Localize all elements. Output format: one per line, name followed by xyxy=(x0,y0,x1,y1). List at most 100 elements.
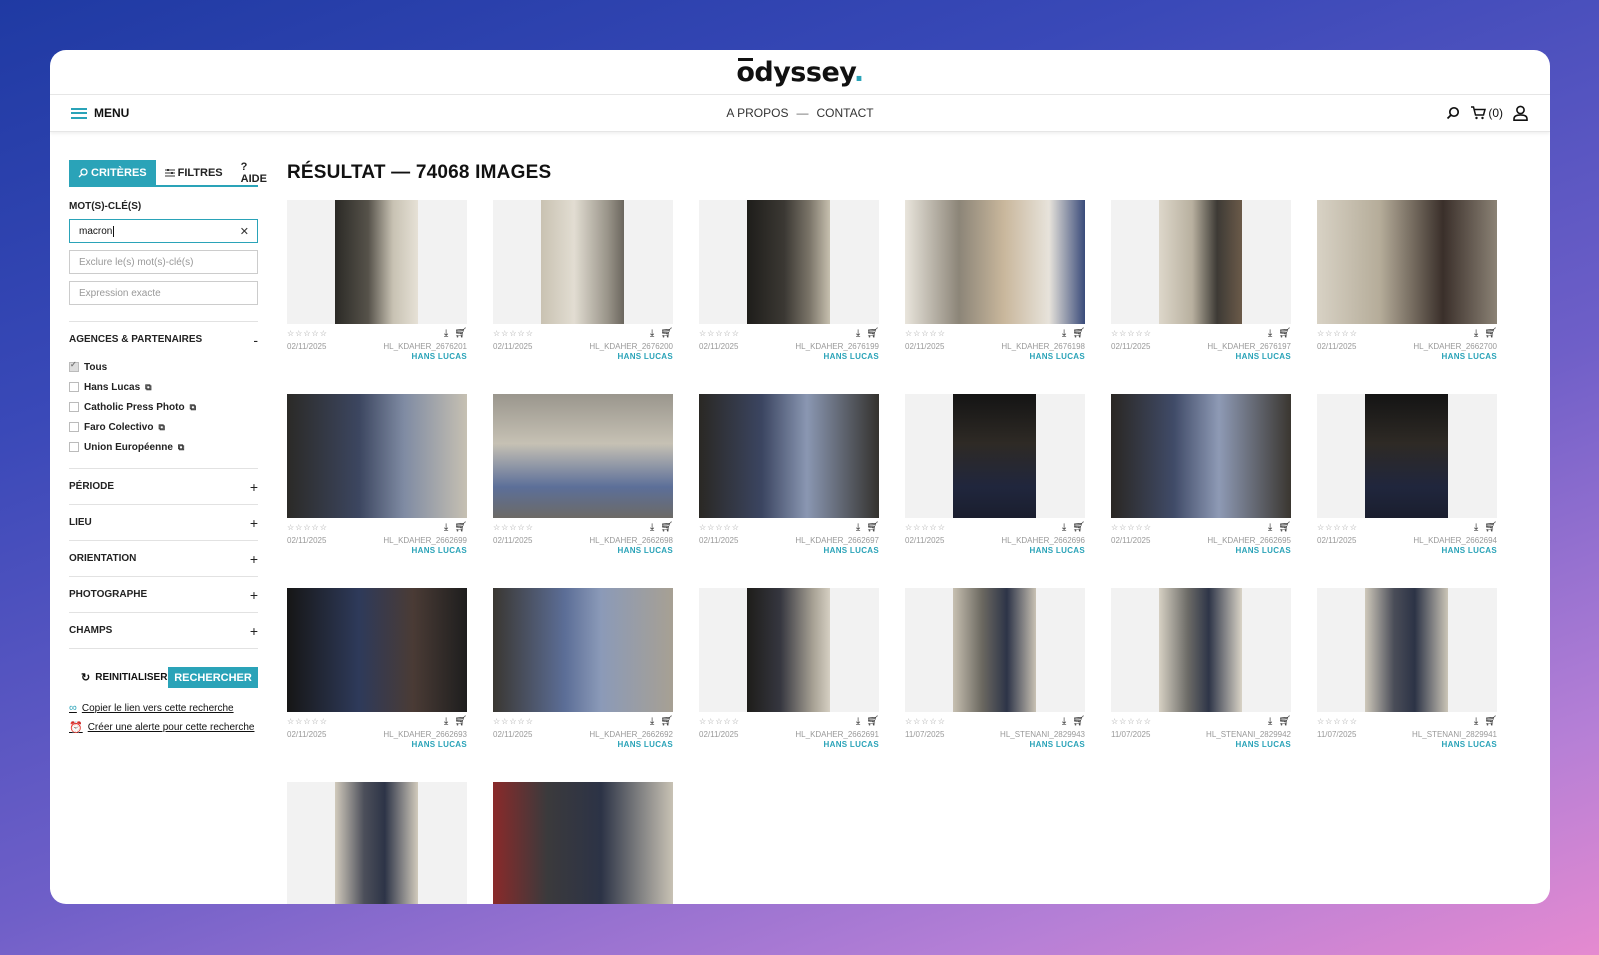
section-orientation[interactable]: ORIENTATION + xyxy=(69,540,258,576)
download-icon[interactable]: ⤓ xyxy=(856,522,860,533)
add-to-cart-icon[interactable]: 🛒︎ xyxy=(1072,328,1085,339)
result-card[interactable] xyxy=(493,782,673,904)
add-to-cart-icon[interactable]: 🛒︎ xyxy=(1484,522,1497,533)
result-thumbnail[interactable] xyxy=(493,588,673,712)
rating-stars[interactable]: ☆☆☆☆☆ xyxy=(287,717,328,726)
download-icon[interactable]: ⤓ xyxy=(856,716,860,727)
odyssey-logo[interactable]: odyssey. xyxy=(736,57,864,88)
result-agency[interactable]: HANS LUCAS xyxy=(1317,740,1497,752)
add-to-cart-icon[interactable]: 🛒︎ xyxy=(454,716,467,727)
result-thumbnail[interactable] xyxy=(699,394,879,518)
result-card[interactable]: ☆☆☆☆☆ ⤓ 🛒︎ 02/11/2025 HL_KDAHER_2676200 … xyxy=(493,200,673,362)
add-to-cart-icon[interactable]: 🛒︎ xyxy=(660,716,673,727)
result-card[interactable]: ☆☆☆☆☆ ⤓ 🛒︎ 02/11/2025 HL_KDAHER_2662700 … xyxy=(1317,200,1497,362)
result-card[interactable]: ☆☆☆☆☆ ⤓ 🛒︎ 11/07/2025 HL_STENANI_2829942… xyxy=(1111,588,1291,750)
result-thumbnail[interactable] xyxy=(1111,394,1291,518)
result-agency[interactable]: HANS LUCAS xyxy=(1111,740,1291,752)
section-photographe[interactable]: PHOTOGRAPHE + xyxy=(69,576,258,612)
download-icon[interactable]: ⤓ xyxy=(444,522,448,533)
result-card[interactable] xyxy=(287,782,467,904)
exact-expression-input[interactable]: Expression exacte xyxy=(69,281,258,305)
result-thumbnail[interactable] xyxy=(1317,394,1497,518)
add-to-cart-icon[interactable]: 🛒︎ xyxy=(1278,716,1291,727)
result-thumbnail[interactable] xyxy=(905,200,1085,324)
download-icon[interactable]: ⤓ xyxy=(1474,522,1478,533)
add-to-cart-icon[interactable]: 🛒︎ xyxy=(1072,522,1085,533)
result-agency[interactable]: HANS LUCAS xyxy=(287,352,467,364)
user-icon[interactable] xyxy=(1513,105,1528,121)
download-icon[interactable]: ⤓ xyxy=(1062,716,1066,727)
nav-link-about[interactable]: A PROPOS xyxy=(726,106,788,120)
result-thumbnail[interactable] xyxy=(493,200,673,324)
result-agency[interactable]: HANS LUCAS xyxy=(1317,546,1497,558)
result-card[interactable]: ☆☆☆☆☆ ⤓ 🛒︎ 02/11/2025 HL_KDAHER_2676199 … xyxy=(699,200,879,362)
result-agency[interactable]: HANS LUCAS xyxy=(1317,352,1497,364)
result-thumbnail[interactable] xyxy=(905,588,1085,712)
rating-stars[interactable]: ☆☆☆☆☆ xyxy=(493,523,534,532)
result-thumbnail[interactable] xyxy=(287,394,467,518)
result-thumbnail[interactable] xyxy=(1111,588,1291,712)
result-card[interactable]: ☆☆☆☆☆ ⤓ 🛒︎ 02/11/2025 HL_KDAHER_2662697 … xyxy=(699,394,879,556)
result-agency[interactable]: HANS LUCAS xyxy=(1111,546,1291,558)
result-thumbnail[interactable] xyxy=(1111,200,1291,324)
download-icon[interactable]: ⤓ xyxy=(1268,522,1272,533)
result-card[interactable]: ☆☆☆☆☆ ⤓ 🛒︎ 02/11/2025 HL_KDAHER_2662693 … xyxy=(287,588,467,750)
result-agency[interactable]: HANS LUCAS xyxy=(699,546,879,558)
menu-button[interactable]: MENU xyxy=(71,106,129,120)
rating-stars[interactable]: ☆☆☆☆☆ xyxy=(699,717,740,726)
download-icon[interactable]: ⤓ xyxy=(1062,522,1066,533)
rating-stars[interactable]: ☆☆☆☆☆ xyxy=(1317,523,1358,532)
copy-search-link[interactable]: ∞ Copier le lien vers cette recherche xyxy=(69,702,258,714)
tab-filtres[interactable]: FILTRES xyxy=(156,160,232,185)
download-icon[interactable]: ⤓ xyxy=(1062,328,1066,339)
result-card[interactable]: ☆☆☆☆☆ ⤓ 🛒︎ 02/11/2025 HL_KDAHER_2662692 … xyxy=(493,588,673,750)
result-thumbnail[interactable] xyxy=(287,200,467,324)
result-card[interactable]: ☆☆☆☆☆ ⤓ 🛒︎ 02/11/2025 HL_KDAHER_2676198 … xyxy=(905,200,1085,362)
agency-checkbox-tous[interactable]: Tous xyxy=(69,357,258,377)
download-icon[interactable]: ⤓ xyxy=(444,328,448,339)
rating-stars[interactable]: ☆☆☆☆☆ xyxy=(905,329,946,338)
download-icon[interactable]: ⤓ xyxy=(1474,716,1478,727)
exclude-keywords-input[interactable]: Exclure le(s) mot(s)-clé(s) xyxy=(69,250,258,274)
result-agency[interactable]: HANS LUCAS xyxy=(905,740,1085,752)
download-icon[interactable]: ⤓ xyxy=(1474,328,1478,339)
add-to-cart-icon[interactable]: 🛒︎ xyxy=(454,522,467,533)
rating-stars[interactable]: ☆☆☆☆☆ xyxy=(905,717,946,726)
result-thumbnail[interactable] xyxy=(287,588,467,712)
result-agency[interactable]: HANS LUCAS xyxy=(287,546,467,558)
rating-stars[interactable]: ☆☆☆☆☆ xyxy=(287,329,328,338)
result-agency[interactable]: HANS LUCAS xyxy=(1111,352,1291,364)
result-agency[interactable]: HANS LUCAS xyxy=(493,546,673,558)
add-to-cart-icon[interactable]: 🛒︎ xyxy=(1484,328,1497,339)
rating-stars[interactable]: ☆☆☆☆☆ xyxy=(905,523,946,532)
rating-stars[interactable]: ☆☆☆☆☆ xyxy=(1111,717,1152,726)
download-icon[interactable]: ⤓ xyxy=(650,716,654,727)
result-thumbnail[interactable] xyxy=(699,200,879,324)
tab-aide[interactable]: ? AIDE xyxy=(232,160,276,185)
result-thumbnail[interactable] xyxy=(1317,588,1497,712)
search-button[interactable]: RECHERCHER xyxy=(168,667,258,688)
clear-icon[interactable]: ✕ xyxy=(240,225,249,238)
result-card[interactable]: ☆☆☆☆☆ ⤓ 🛒︎ 02/11/2025 HL_KDAHER_2662699 … xyxy=(287,394,467,556)
result-thumbnail[interactable] xyxy=(287,782,467,904)
rating-stars[interactable]: ☆☆☆☆☆ xyxy=(493,717,534,726)
result-card[interactable]: ☆☆☆☆☆ ⤓ 🛒︎ 02/11/2025 HL_KDAHER_2662698 … xyxy=(493,394,673,556)
result-agency[interactable]: HANS LUCAS xyxy=(699,740,879,752)
result-card[interactable]: ☆☆☆☆☆ ⤓ 🛒︎ 02/11/2025 HL_KDAHER_2676197 … xyxy=(1111,200,1291,362)
result-thumbnail[interactable] xyxy=(493,782,673,904)
rating-stars[interactable]: ☆☆☆☆☆ xyxy=(699,523,740,532)
add-to-cart-icon[interactable]: 🛒︎ xyxy=(866,522,879,533)
rating-stars[interactable]: ☆☆☆☆☆ xyxy=(1111,329,1152,338)
keyword-input[interactable]: macron ✕ xyxy=(69,219,258,243)
result-agency[interactable]: HANS LUCAS xyxy=(493,352,673,364)
result-thumbnail[interactable] xyxy=(1317,200,1497,324)
cart-button[interactable]: (0) xyxy=(1470,106,1503,120)
download-icon[interactable]: ⤓ xyxy=(444,716,448,727)
result-card[interactable]: ☆☆☆☆☆ ⤓ 🛒︎ 02/11/2025 HL_KDAHER_2662696 … xyxy=(905,394,1085,556)
rating-stars[interactable]: ☆☆☆☆☆ xyxy=(1317,329,1358,338)
agencies-section-toggle[interactable]: AGENCES & PARTENAIRES - xyxy=(69,321,258,357)
rating-stars[interactable]: ☆☆☆☆☆ xyxy=(699,329,740,338)
rating-stars[interactable]: ☆☆☆☆☆ xyxy=(493,329,534,338)
nav-link-contact[interactable]: CONTACT xyxy=(816,106,873,120)
result-agency[interactable]: HANS LUCAS xyxy=(287,740,467,752)
